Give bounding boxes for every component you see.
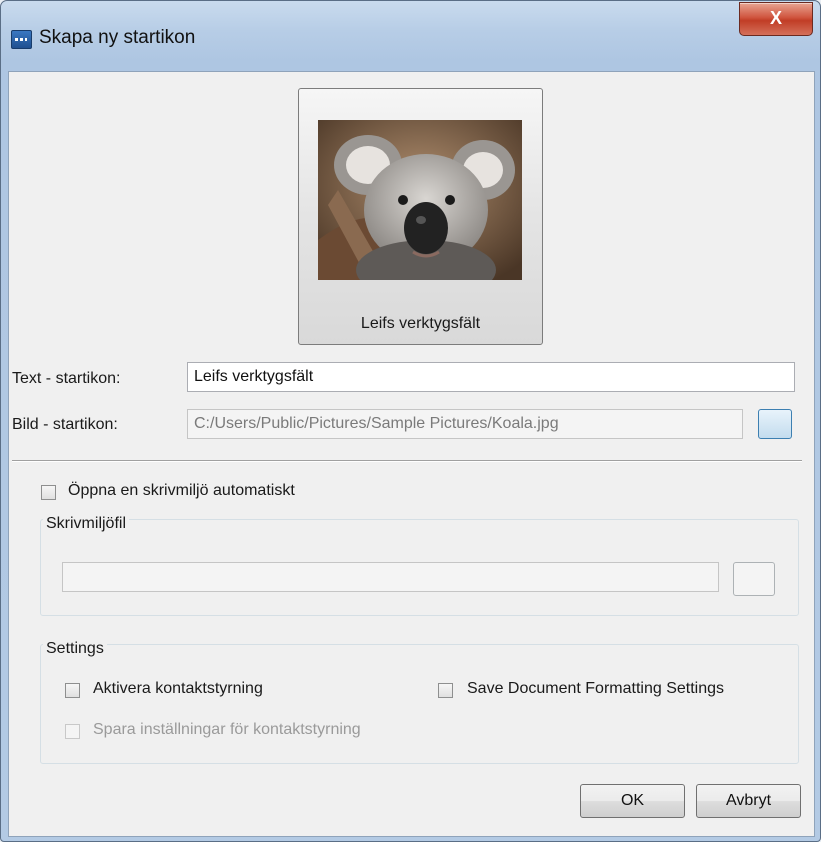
save-formatting-checkbox[interactable]: [438, 683, 453, 698]
dialog-window: Skapa ny startikon X Leifs verktygsfält …: [0, 0, 821, 842]
save-formatting-label: Save Document Formatting Settings: [467, 680, 725, 697]
koala-photo-icon: [318, 120, 522, 300]
preview-caption: Leifs verktygsfält: [360, 315, 481, 332]
dialog-content: Leifs verktygsfält Text - startikon: Bil…: [8, 71, 815, 837]
env-file-group-title: Skrivmiljöfil: [43, 515, 129, 533]
settings-group-title: Settings: [43, 640, 107, 658]
browse-env-file-button: [733, 562, 775, 596]
contact-control-label: Aktivera kontaktstyrning: [93, 680, 263, 697]
save-contact-settings-label: Spara inställningar för kontaktstyrning: [93, 721, 361, 738]
icon-preview-button[interactable]: Leifs verktygsfält: [298, 88, 543, 345]
text-icon-label: Text - startikon:: [12, 370, 121, 387]
title-bar[interactable]: Skapa ny startikon X: [1, 1, 820, 71]
save-contact-settings-checkbox: [65, 724, 80, 739]
image-path-input: [187, 409, 743, 439]
auto-env-checkbox[interactable]: [41, 485, 56, 500]
settings-group: Settings Aktivera kontaktstyrning Save D…: [40, 640, 799, 764]
text-icon-input[interactable]: [187, 362, 795, 392]
browse-image-button[interactable]: [758, 409, 792, 439]
separator: [12, 460, 802, 462]
contact-control-checkbox[interactable]: [65, 683, 80, 698]
image-icon-label: Bild - startikon:: [12, 416, 118, 433]
app-icon: [11, 30, 32, 49]
env-file-group: Skrivmiljöfil: [40, 515, 799, 616]
auto-env-label: Öppna en skrivmiljö automatiskt: [68, 482, 295, 499]
close-button[interactable]: X: [739, 2, 813, 36]
cancel-button[interactable]: Avbryt: [696, 784, 801, 818]
ok-button[interactable]: OK: [580, 784, 685, 818]
env-file-input: [62, 562, 719, 592]
window-title: Skapa ny startikon: [39, 27, 196, 48]
koala-image: [318, 120, 522, 300]
